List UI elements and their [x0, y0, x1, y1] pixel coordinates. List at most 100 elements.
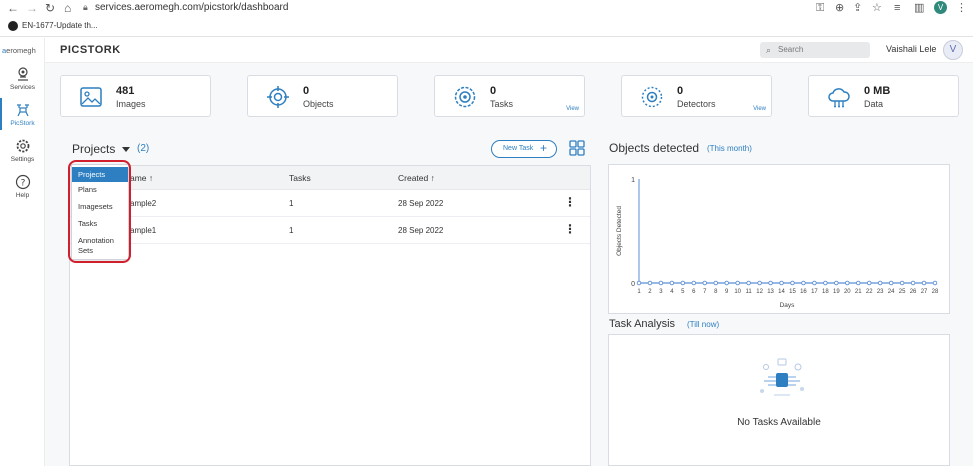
- stat-label: Images: [116, 99, 146, 109]
- stat-label: Tasks: [490, 99, 514, 109]
- x-tick-label: 21: [855, 289, 862, 295]
- avatar[interactable]: V: [943, 40, 963, 60]
- new-task-button[interactable]: New Task +: [491, 140, 557, 158]
- project-tasks: 1: [289, 226, 294, 235]
- project-tasks: 1: [289, 199, 294, 208]
- view-tasks-link[interactable]: View: [566, 106, 579, 112]
- stat-card-tasks[interactable]: 0 Tasks View: [434, 75, 585, 117]
- empty-state-message: No Tasks Available: [737, 417, 821, 428]
- table-row[interactable]: ample1 1 28 Sep 2022 ⋮: [70, 217, 590, 244]
- x-tick-label: 26: [910, 289, 917, 295]
- data-point: [812, 280, 817, 286]
- task-analysis-period: (Till now): [687, 320, 720, 329]
- x-tick-label: 20: [844, 289, 851, 295]
- x-tick-label: 13: [767, 289, 774, 295]
- table-row[interactable]: ample2 1 28 Sep 2022 ⋮: [70, 190, 590, 217]
- data-point: [856, 280, 861, 286]
- column-header-created[interactable]: Created ↑: [398, 173, 435, 183]
- x-tick-label: 10: [734, 289, 741, 295]
- x-tick-label: 24: [888, 289, 895, 295]
- sidebar-item-help[interactable]: ? Help: [0, 174, 45, 199]
- grid-view-icon[interactable]: [569, 140, 585, 156]
- search-placeholder: Search: [778, 45, 804, 54]
- objects-detected-chart: 0 1 1 2 3 4 5 6 7 8 9 10 11 12 13 14 15 16 17 18 19 20 21 22 23 2…: [608, 164, 950, 314]
- x-tick-label: 11: [746, 289, 753, 295]
- stat-card-detectors[interactable]: 0 Detectors View: [621, 75, 772, 117]
- stat-card-objects[interactable]: 0 Objects: [247, 75, 398, 117]
- back-arrow-icon[interactable]: ←: [7, 1, 19, 15]
- reload-icon[interactable]: ↻: [45, 1, 55, 15]
- x-tick-label: 27: [921, 289, 928, 295]
- key-icon[interactable]: ⚿: [816, 1, 824, 15]
- x-tick-label: 14: [778, 289, 785, 295]
- reading-list-icon[interactable]: ≡: [894, 1, 900, 15]
- more-options-icon[interactable]: ⋮: [564, 223, 576, 235]
- x-tick-label: 3: [659, 289, 663, 295]
- data-point: [735, 280, 740, 286]
- x-tick-label: 28: [932, 289, 939, 295]
- x-tick-label: 17: [811, 289, 818, 295]
- x-tick-label: 4: [670, 289, 674, 295]
- data-point: [669, 280, 675, 286]
- column-header-name[interactable]: ame ↑: [130, 173, 153, 183]
- cloud-icon: [828, 88, 850, 108]
- x-tick-label: 7: [703, 289, 707, 295]
- data-point: [713, 280, 718, 286]
- browser-profile-avatar[interactable]: V: [934, 1, 947, 14]
- x-tick-label: 1: [637, 289, 641, 295]
- x-tick-label: 18: [822, 289, 829, 295]
- search-input[interactable]: ⌕ Search: [760, 42, 870, 58]
- browser-menu-icon[interactable]: ⋮: [956, 1, 967, 15]
- stat-value: 481: [116, 85, 135, 97]
- url-text[interactable]: services.aeromegh.com/picstork/dashboard: [95, 2, 288, 14]
- sidebar-item-picstork[interactable]: PicStork: [0, 102, 45, 127]
- x-tick-label: 8: [714, 289, 718, 295]
- objects-detected-period: (This month): [707, 144, 752, 153]
- stat-value: 0: [677, 85, 684, 97]
- x-tick-label: 19: [833, 289, 840, 295]
- bookmarks-bar: EN-1677-Update th...: [0, 18, 973, 36]
- tasks-icon: [454, 86, 476, 108]
- forward-arrow-icon[interactable]: →: [26, 1, 38, 15]
- bookmark-item[interactable]: EN-1677-Update th...: [22, 21, 98, 30]
- data-point: [768, 280, 773, 286]
- stat-value: 0 MB: [864, 85, 891, 97]
- project-name[interactable]: ample1: [130, 226, 156, 235]
- x-tick-label: 25: [899, 289, 906, 295]
- x-tick-label: 5: [681, 289, 685, 295]
- gear-icon: [16, 139, 29, 153]
- username[interactable]: Vaishali Lele: [886, 44, 936, 54]
- chevron-down-icon[interactable]: [122, 147, 130, 152]
- bookmark-star-icon[interactable]: ☆: [872, 1, 882, 15]
- side-panel-icon[interactable]: ▥: [914, 1, 924, 15]
- x-tick-label: 23: [877, 289, 884, 295]
- data-point: [801, 280, 806, 286]
- project-name[interactable]: ample2: [130, 199, 156, 208]
- plus-icon: +: [539, 141, 547, 155]
- stat-label: Data: [864, 99, 884, 109]
- home-icon[interactable]: ⌂: [64, 1, 71, 15]
- stat-card-data[interactable]: 0 MB Data: [808, 75, 959, 117]
- browser-chrome: ← → ↻ ⌂ 🔒︎ services.aeromegh.com/picstor…: [0, 0, 973, 37]
- data-point: [790, 280, 795, 286]
- lock-icon[interactable]: 🔒︎: [83, 2, 88, 13]
- project-created: 28 Sep 2022: [398, 199, 444, 208]
- projects-title[interactable]: Projects: [72, 142, 115, 156]
- share-icon[interactable]: ⇪: [853, 1, 862, 15]
- line-chart: 011 2 3 4 5 6 7 8 9 10 11 12 13 14 15 16 17 18 19 20 21 22 23 2…: [616, 177, 939, 309]
- projects-table: ame ↑ Tasks Created ↑ ample2 1 28 Sep 20…: [69, 165, 591, 466]
- aeromegh-logo[interactable]: aeromegh: [2, 46, 36, 55]
- x-tick-label: 16: [800, 289, 807, 295]
- stat-card-images[interactable]: 481 Images: [60, 75, 211, 117]
- zoom-icon[interactable]: ⊕: [835, 1, 844, 15]
- address-bar-row: ← → ↻ ⌂ 🔒︎ services.aeromegh.com/picstor…: [0, 0, 973, 17]
- data-point: [921, 280, 927, 286]
- sidebar-item-settings[interactable]: Settings: [0, 138, 45, 163]
- task-analysis-title: Task Analysis: [609, 318, 676, 330]
- sidebar-item-services[interactable]: Services: [0, 66, 45, 91]
- more-options-icon[interactable]: ⋮: [564, 196, 576, 208]
- sidebar-item-label: Help: [15, 192, 30, 199]
- view-detectors-link[interactable]: View: [753, 106, 766, 112]
- data-point: [877, 280, 883, 286]
- data-point: [899, 280, 905, 286]
